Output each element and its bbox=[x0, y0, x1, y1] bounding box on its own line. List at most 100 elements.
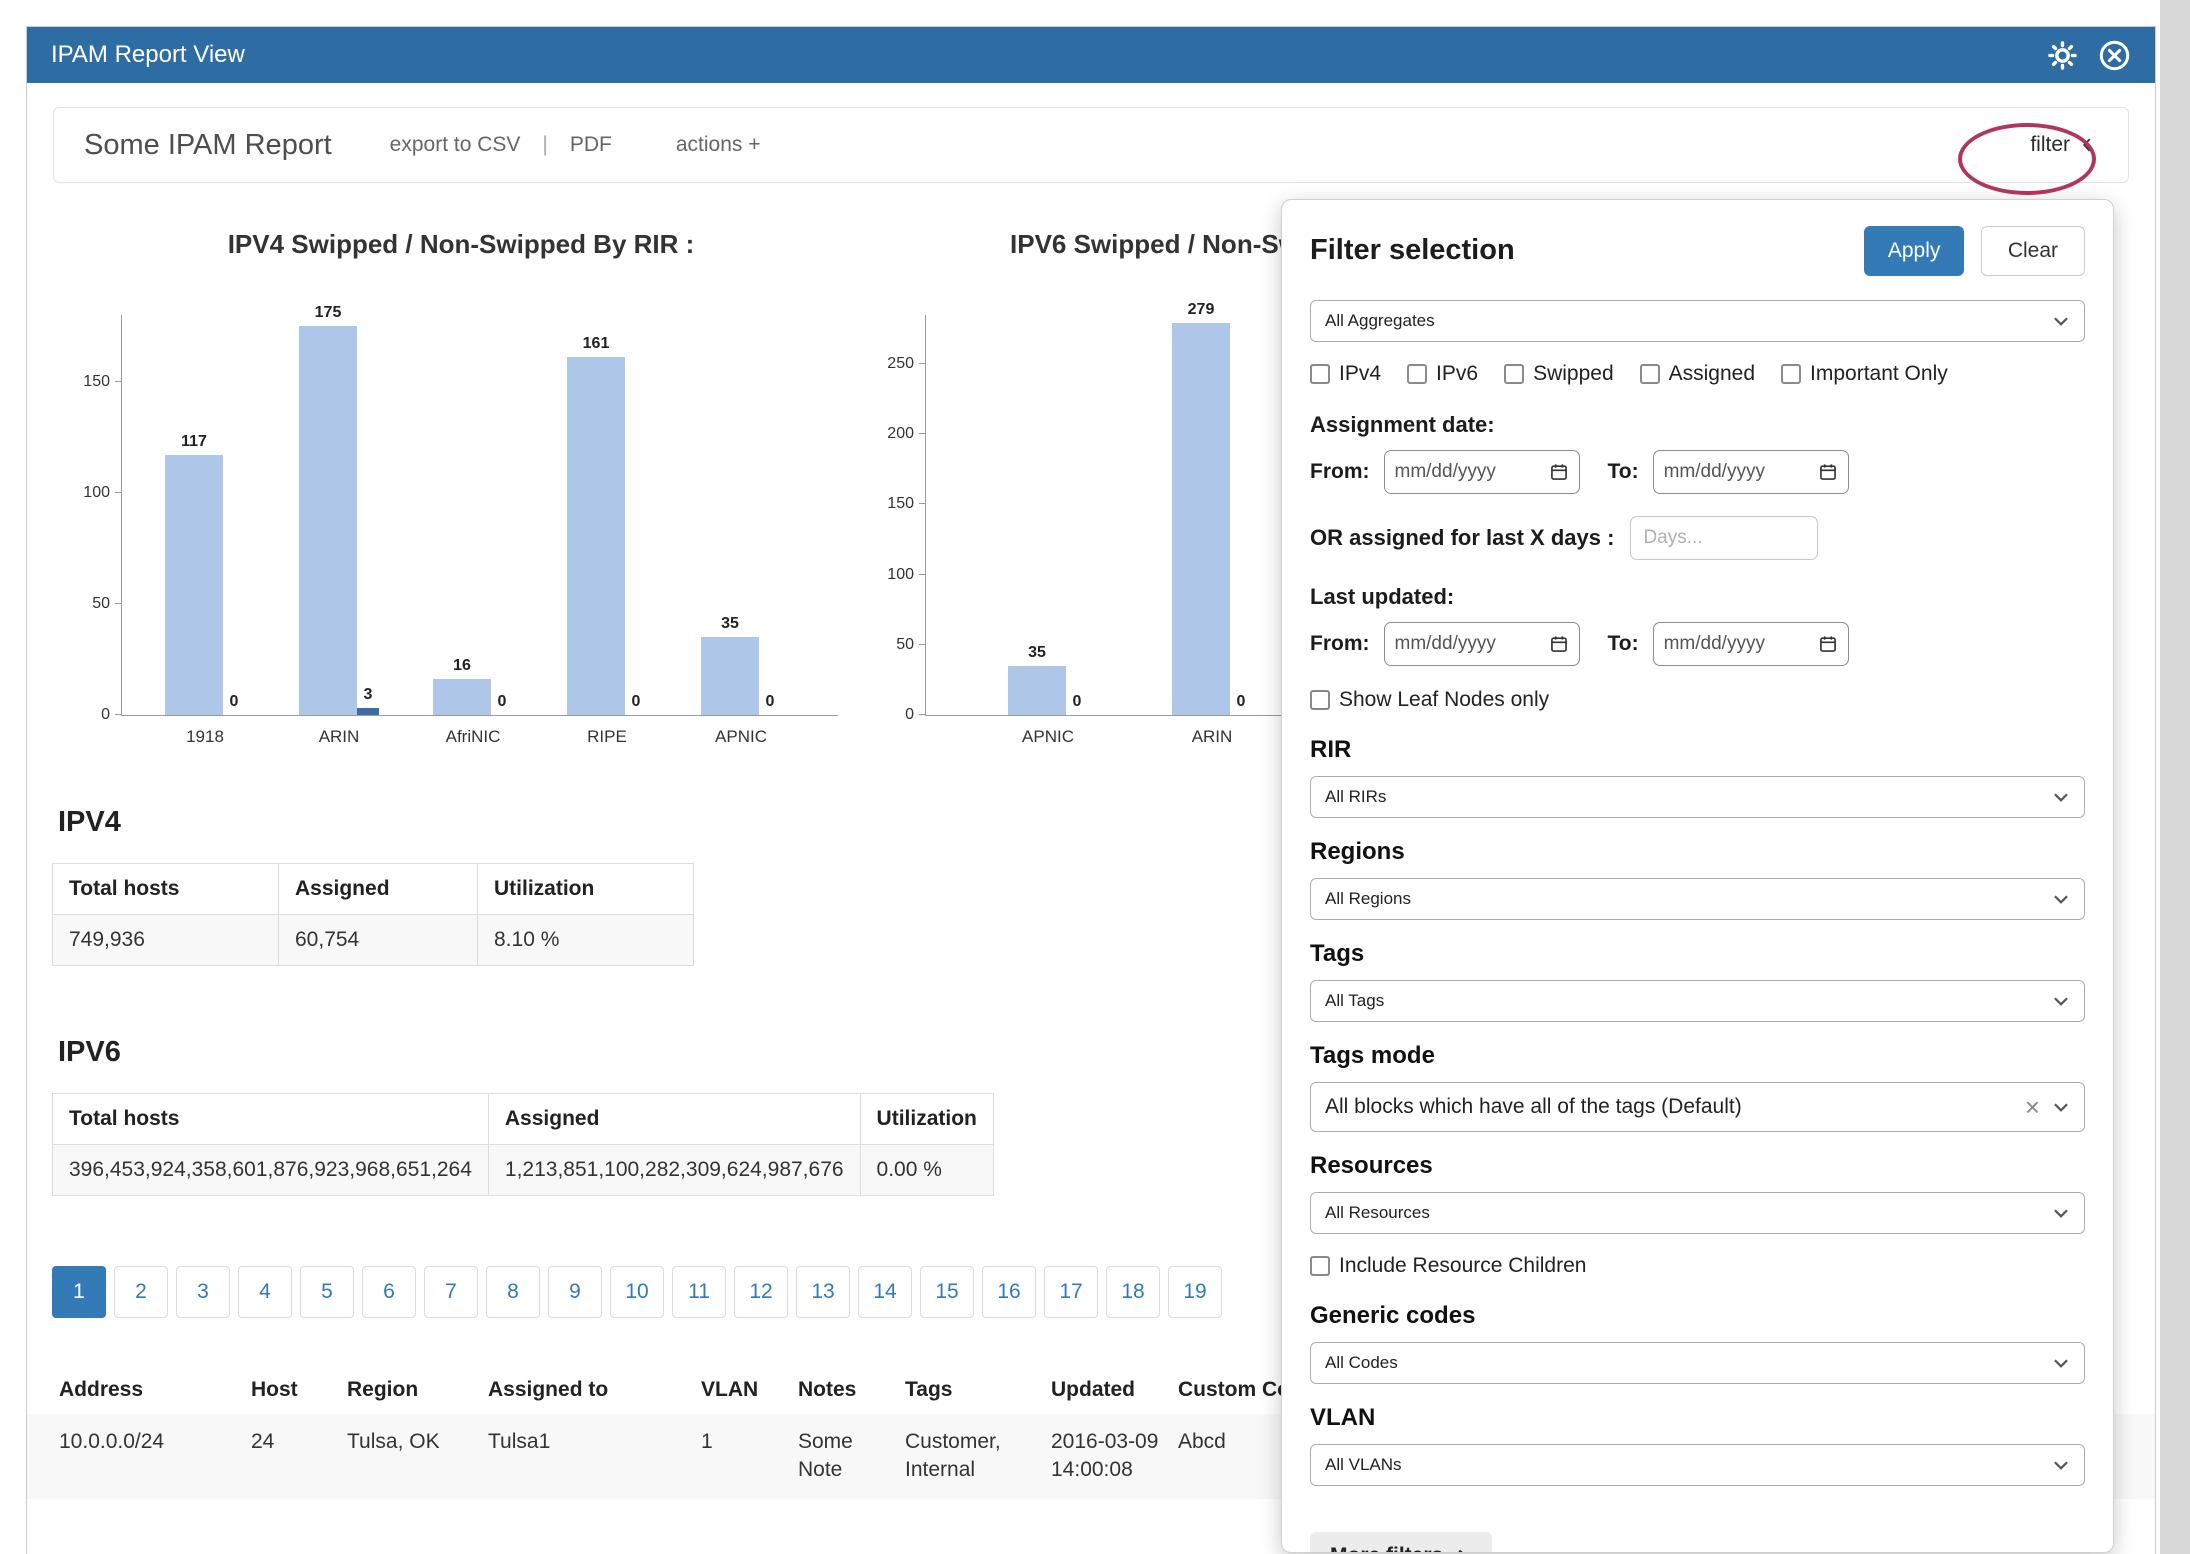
clear-selection-icon[interactable]: × bbox=[2025, 1094, 2040, 1120]
page-button-1[interactable]: 1 bbox=[52, 1266, 106, 1318]
apply-button[interactable]: Apply bbox=[1864, 226, 1965, 276]
page-button-15[interactable]: 15 bbox=[920, 1266, 974, 1318]
page-button-16[interactable]: 16 bbox=[982, 1266, 1036, 1318]
checkbox-input[interactable] bbox=[1407, 364, 1427, 384]
checkbox-input[interactable] bbox=[1781, 364, 1801, 384]
checkbox-important-only[interactable]: Important Only bbox=[1781, 362, 1948, 386]
page-button-11[interactable]: 11 bbox=[672, 1266, 726, 1318]
last-updated-row: From: mm/dd/yyyy To: mm/dd/yyyy bbox=[1310, 622, 2085, 666]
export-csv-link[interactable]: export to CSV bbox=[390, 133, 521, 157]
checkbox-ipv4[interactable]: IPv4 bbox=[1310, 362, 1381, 386]
window-title: IPAM Report View bbox=[51, 41, 2047, 69]
page-button-12[interactable]: 12 bbox=[734, 1266, 788, 1318]
ipv4-summary-table: Total hosts Assigned Utilization 749,936… bbox=[52, 863, 694, 966]
close-window-icon[interactable] bbox=[2098, 39, 2131, 72]
table-cell: Customer, Internal bbox=[897, 1414, 1043, 1499]
show-leaf-nodes-checkbox[interactable]: Show Leaf Nodes only bbox=[1310, 688, 2085, 712]
y-tick-mark bbox=[115, 381, 122, 382]
checkbox-swipped[interactable]: Swipped bbox=[1504, 362, 1614, 386]
column-header: Utilization bbox=[860, 1094, 993, 1145]
bar-value-label: 279 bbox=[1188, 301, 1215, 319]
bar-value-label: 0 bbox=[230, 693, 239, 711]
settings-gear-icon[interactable] bbox=[2047, 40, 2078, 71]
resources-select[interactable]: All Resources bbox=[1310, 1192, 2085, 1234]
bar-value-label: 16 bbox=[453, 657, 471, 675]
more-filters-button[interactable]: More filters bbox=[1310, 1532, 1492, 1553]
page-button-17[interactable]: 17 bbox=[1044, 1266, 1098, 1318]
assignment-date-to-input[interactable]: mm/dd/yyyy bbox=[1653, 450, 1849, 494]
assignment-date-label: Assignment date: bbox=[1310, 412, 2085, 438]
chevron-left-icon bbox=[2078, 135, 2098, 155]
column-header: Tags bbox=[897, 1366, 1043, 1414]
table-row: 749,936 60,754 8.10 % bbox=[53, 915, 694, 966]
page-button-4[interactable]: 4 bbox=[238, 1266, 292, 1318]
generic-codes-select[interactable]: All Codes bbox=[1310, 1342, 2085, 1384]
checkbox-input[interactable] bbox=[1310, 1256, 1330, 1276]
x-category-label: APNIC bbox=[966, 727, 1130, 747]
page-button-7[interactable]: 7 bbox=[424, 1266, 478, 1318]
last-updated-to-input[interactable]: mm/dd/yyyy bbox=[1653, 622, 1849, 666]
table-cell: Tulsa1 bbox=[480, 1414, 693, 1499]
tags-select[interactable]: All Tags bbox=[1310, 980, 2085, 1022]
x-category-label: RIPE bbox=[540, 727, 674, 747]
checkbox-assigned[interactable]: Assigned bbox=[1640, 362, 1755, 386]
table-cell: 1 bbox=[693, 1414, 790, 1499]
column-header: Assigned bbox=[279, 864, 478, 915]
page-button-13[interactable]: 13 bbox=[796, 1266, 850, 1318]
y-tick-label: 50 bbox=[92, 595, 110, 613]
include-resource-children-checkbox[interactable]: Include Resource Children bbox=[1310, 1254, 2085, 1278]
page-button-5[interactable]: 5 bbox=[300, 1266, 354, 1318]
page-button-2[interactable]: 2 bbox=[114, 1266, 168, 1318]
pdf-link[interactable]: PDF bbox=[570, 133, 612, 157]
page-button-6[interactable]: 6 bbox=[362, 1266, 416, 1318]
page-button-19[interactable]: 19 bbox=[1168, 1266, 1222, 1318]
filter-toggle-button[interactable]: filter bbox=[2030, 133, 2098, 157]
page-button-8[interactable]: 8 bbox=[486, 1266, 540, 1318]
assignment-date-from-input[interactable]: mm/dd/yyyy bbox=[1384, 450, 1580, 494]
page-button-14[interactable]: 14 bbox=[858, 1266, 912, 1318]
checkbox-label: IPv6 bbox=[1436, 362, 1478, 386]
actions-menu[interactable]: actions + bbox=[676, 133, 761, 157]
checkbox-input[interactable] bbox=[1310, 690, 1330, 710]
checkbox-input[interactable] bbox=[1310, 364, 1330, 384]
column-header: Assigned to bbox=[480, 1366, 693, 1414]
select-value: All Resources bbox=[1325, 1203, 1430, 1223]
calendar-icon[interactable] bbox=[1549, 462, 1569, 482]
vlan-select[interactable]: All VLANs bbox=[1310, 1444, 2085, 1486]
table-cell: Tulsa, OK bbox=[339, 1414, 480, 1499]
resources-heading: Resources bbox=[1310, 1152, 2085, 1180]
bar-swipped bbox=[1008, 666, 1066, 715]
last-updated-from-input[interactable]: mm/dd/yyyy bbox=[1384, 622, 1580, 666]
column-header: Total hosts bbox=[53, 864, 279, 915]
page-button-10[interactable]: 10 bbox=[610, 1266, 664, 1318]
chevron-down-icon bbox=[2050, 888, 2072, 910]
chart-ipv4-by-rir: IPV4 Swipped / Non-Swipped By RIR : 0501… bbox=[61, 229, 861, 716]
bar-group-1918: 11701918 bbox=[138, 315, 272, 715]
checkbox-input[interactable] bbox=[1640, 364, 1660, 384]
checkbox-label: Swipped bbox=[1533, 362, 1614, 386]
ipv6-summary-table: Total hosts Assigned Utilization 396,453… bbox=[52, 1093, 994, 1196]
bar-value-label: 161 bbox=[583, 335, 610, 353]
calendar-icon[interactable] bbox=[1818, 462, 1838, 482]
page-button-18[interactable]: 18 bbox=[1106, 1266, 1160, 1318]
chevron-down-icon bbox=[2050, 1352, 2072, 1374]
calendar-icon[interactable] bbox=[1818, 634, 1838, 654]
page-button-3[interactable]: 3 bbox=[176, 1266, 230, 1318]
bar-group-apnic: 350APNIC bbox=[674, 315, 808, 715]
regions-select[interactable]: All Regions bbox=[1310, 878, 2085, 920]
days-input[interactable] bbox=[1630, 516, 1818, 560]
y-tick-label: 150 bbox=[887, 495, 914, 513]
rir-select[interactable]: All RIRs bbox=[1310, 776, 2085, 818]
to-label: To: bbox=[1608, 460, 1639, 484]
from-label: From: bbox=[1310, 632, 1370, 656]
checkbox-input[interactable] bbox=[1504, 364, 1524, 384]
checkbox-ipv6[interactable]: IPv6 bbox=[1407, 362, 1478, 386]
tags-mode-select[interactable]: All blocks which have all of the tags (D… bbox=[1310, 1082, 2085, 1132]
calendar-icon[interactable] bbox=[1549, 634, 1569, 654]
aggregates-select[interactable]: All Aggregates bbox=[1310, 300, 2085, 342]
bar-value-label: 175 bbox=[315, 304, 342, 322]
clear-button[interactable]: Clear bbox=[1981, 226, 2085, 276]
window-edge bbox=[2160, 0, 2190, 1554]
filter-panel: Filter selection Apply Clear All Aggrega… bbox=[1281, 199, 2114, 1553]
page-button-9[interactable]: 9 bbox=[548, 1266, 602, 1318]
